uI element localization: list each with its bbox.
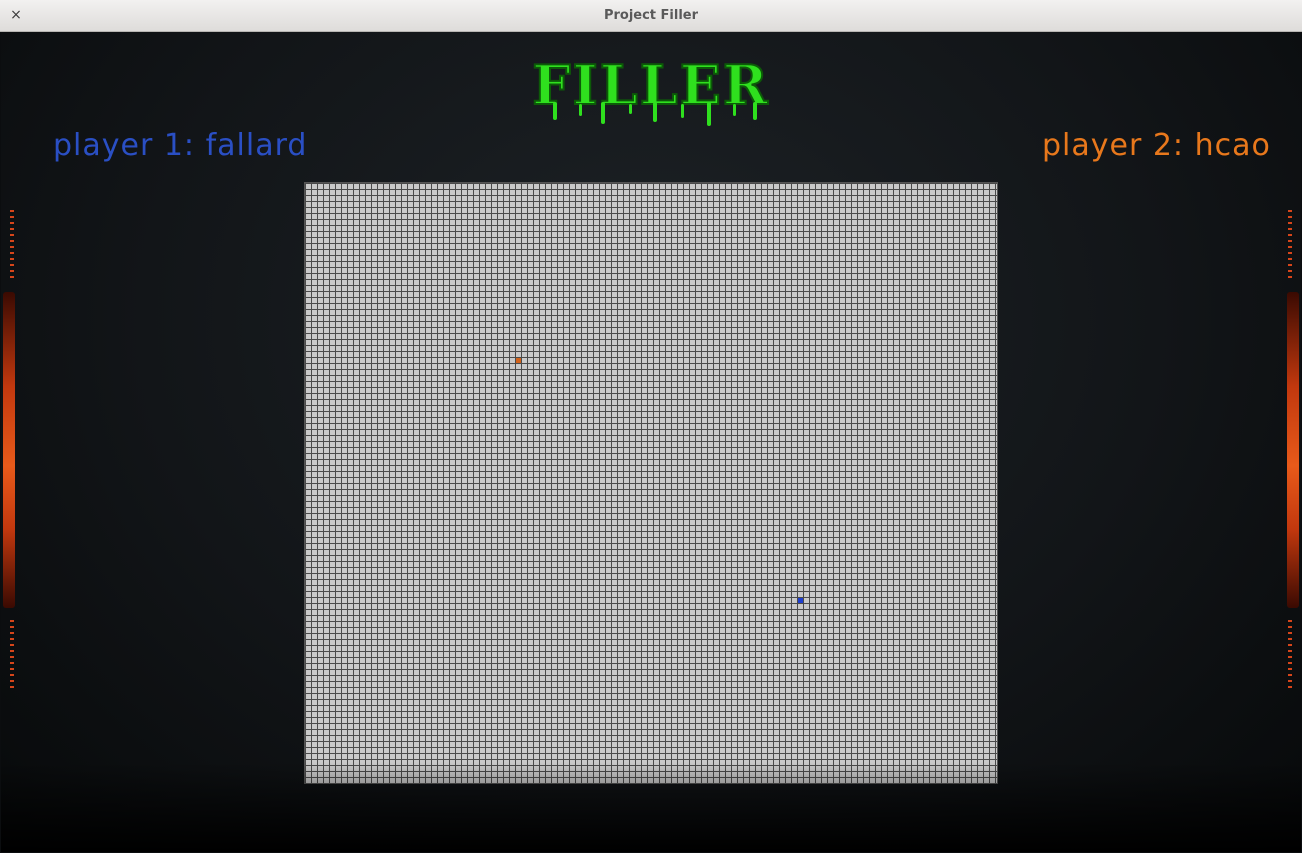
player-1-label: player 1: fallard — [53, 128, 308, 163]
window-title: Project Filler — [603, 8, 699, 23]
title-bar[interactable]: × Project Filler — [0, 0, 1302, 32]
bottom-shadow — [1, 762, 1301, 852]
filler-logo: FILLER — [531, 50, 771, 130]
app-window: × Project Filler FILLER player 1: fallar… — [0, 0, 1302, 853]
game-stage: FILLER player 1: fallard player 2: hcao — [1, 32, 1301, 852]
player-1-piece — [798, 598, 803, 603]
left-side-decoration — [1, 210, 15, 690]
player-2-label: player 2: hcao — [1042, 128, 1271, 163]
slime-logo-icon: FILLER — [531, 52, 769, 126]
right-side-decoration — [1287, 210, 1301, 690]
player-2-piece — [516, 358, 521, 363]
game-board-grid — [305, 183, 997, 783]
